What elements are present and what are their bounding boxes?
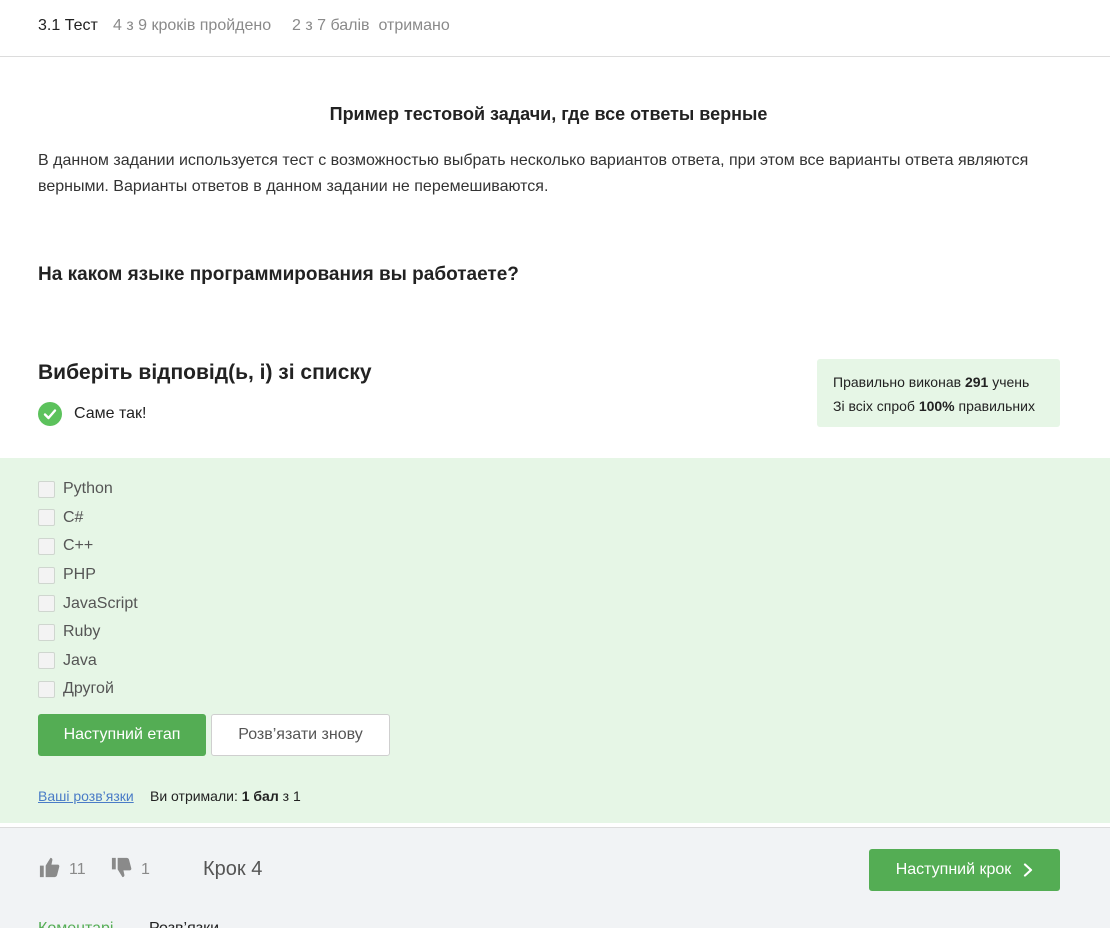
option-label: Java bbox=[63, 651, 97, 669]
option-label: Ruby bbox=[63, 623, 101, 641]
tab-solutions[interactable]: Розв’язки bbox=[149, 920, 219, 928]
option-php[interactable]: PHP bbox=[38, 561, 138, 590]
choose-prompt: Виберіть відповід(ь, і) зі списку bbox=[38, 361, 372, 384]
task-title: Пример тестовой задачи, где все ответы в… bbox=[329, 104, 768, 124]
option-label: Другой bbox=[63, 680, 114, 698]
score-value: 1 бал bbox=[241, 788, 279, 804]
next-stage-button[interactable]: Наступний етап bbox=[38, 714, 206, 756]
thumbs-up-icon bbox=[38, 856, 61, 884]
checkbox[interactable] bbox=[38, 680, 55, 698]
stats-solved-line: Правильно виконав 291 учень bbox=[833, 370, 1044, 394]
option-cpp[interactable]: C++ bbox=[38, 532, 138, 561]
tab-comments[interactable]: Коментарі bbox=[38, 920, 113, 928]
retry-button[interactable]: Розв’язати знову bbox=[211, 714, 390, 756]
task-description: В данном задании используется тест с воз… bbox=[38, 152, 1029, 195]
dislike-count: 1 bbox=[141, 861, 150, 878]
discussion-tabs: Коментарі Розв’язки bbox=[38, 920, 219, 928]
answer-zone: Python C# C++ PHP JavaScript Ruby Java Д… bbox=[0, 458, 1110, 823]
checkbox[interactable] bbox=[38, 509, 55, 527]
stats-solved-suffix: учень bbox=[992, 374, 1030, 390]
check-circle-icon bbox=[38, 402, 62, 426]
options-list: Python C# C++ PHP JavaScript Ruby Java Д… bbox=[38, 475, 138, 704]
dislike-button[interactable]: 1 bbox=[110, 856, 150, 884]
next-step-button[interactable]: Наступний крок bbox=[869, 849, 1060, 891]
option-label: C# bbox=[63, 508, 84, 526]
score-prefix: Ви отримали: bbox=[150, 788, 238, 804]
option-javascript[interactable]: JavaScript bbox=[38, 589, 138, 618]
checkbox[interactable] bbox=[38, 566, 55, 584]
option-label: JavaScript bbox=[63, 594, 138, 612]
stats-panel: Правильно виконав 291 учень Зі всіх спро… bbox=[817, 359, 1060, 427]
stats-percent-suffix: правильних bbox=[958, 398, 1035, 414]
option-label: PHP bbox=[63, 566, 96, 584]
checkbox[interactable] bbox=[38, 537, 55, 555]
next-step-label: Наступний крок bbox=[895, 861, 1012, 878]
solutions-link[interactable]: Ваші розв’язки bbox=[38, 788, 134, 804]
option-csharp[interactable]: C# bbox=[38, 504, 138, 533]
stats-solved-prefix: Правильно виконав bbox=[833, 374, 962, 390]
option-label: C++ bbox=[63, 537, 94, 555]
chevron-right-icon bbox=[1024, 863, 1033, 877]
checkbox[interactable] bbox=[38, 480, 55, 498]
option-other[interactable]: Другой bbox=[38, 675, 138, 704]
stats-percent-line: Зі всіх спроб 100% правильних bbox=[833, 394, 1044, 418]
option-ruby[interactable]: Ruby bbox=[38, 618, 138, 647]
like-button[interactable]: 11 bbox=[38, 856, 86, 884]
checkbox[interactable] bbox=[38, 652, 55, 670]
result-text: Саме так! bbox=[74, 405, 147, 422]
score-suffix: з 1 bbox=[282, 788, 301, 804]
checkbox[interactable] bbox=[38, 623, 55, 641]
like-count: 11 bbox=[69, 861, 86, 878]
steps-progress: 4 з 9 кроків пройдено bbox=[113, 17, 272, 34]
points-progress: 2 з 7 балів отримано bbox=[292, 17, 450, 34]
stats-percent-prefix: Зі всіх спроб bbox=[833, 398, 915, 414]
option-python[interactable]: Python bbox=[38, 475, 138, 504]
thumbs-down-icon bbox=[110, 856, 133, 884]
question-text: На каком языке программирования вы работ… bbox=[38, 264, 519, 285]
score-text: Ви отримали: 1 бал з 1 bbox=[150, 788, 301, 804]
top-bar: 3.1 Тест 4 з 9 кроків пройдено 2 з 7 бал… bbox=[0, 0, 1110, 57]
step-footer: 11 1 Крок 4 Наступний крок Коментарі Роз… bbox=[0, 827, 1110, 928]
option-label: Python bbox=[63, 480, 113, 498]
result-status: Саме так! bbox=[38, 402, 146, 426]
stats-percent-value: 100% bbox=[918, 398, 955, 414]
lesson-title[interactable]: 3.1 Тест bbox=[38, 17, 98, 35]
stats-solved-count: 291 bbox=[964, 374, 989, 390]
option-java[interactable]: Java bbox=[38, 647, 138, 676]
checkbox[interactable] bbox=[38, 595, 55, 613]
step-label: Крок 4 bbox=[203, 858, 263, 880]
